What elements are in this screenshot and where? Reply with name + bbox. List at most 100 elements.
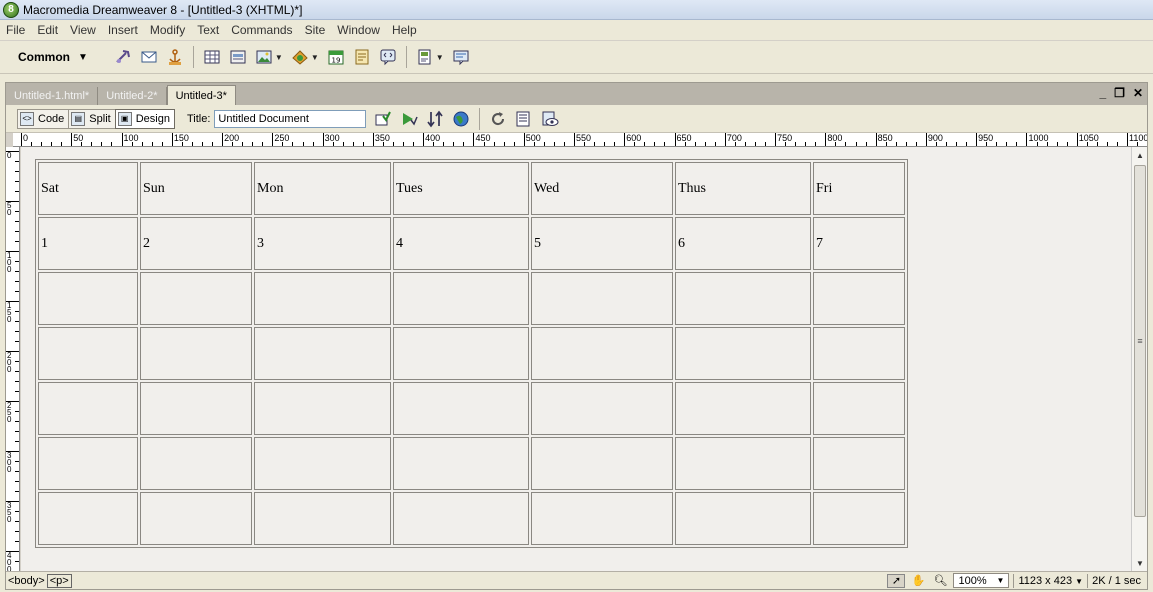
menu-window[interactable]: Window bbox=[331, 23, 386, 37]
table-cell[interactable] bbox=[254, 492, 391, 545]
hand-tool-icon[interactable]: ✋ bbox=[909, 574, 927, 588]
preview-in-browser-icon[interactable] bbox=[450, 108, 472, 130]
document-tab[interactable]: Untitled-1.html* bbox=[6, 87, 99, 105]
table-cell[interactable] bbox=[531, 327, 673, 380]
menu-text[interactable]: Text bbox=[191, 23, 225, 37]
zoom-tool-icon[interactable]: 🔍︎ bbox=[931, 574, 949, 588]
day-header-cell[interactable]: Mon bbox=[254, 162, 391, 215]
day-header-cell[interactable]: Fri bbox=[813, 162, 905, 215]
menu-help[interactable]: Help bbox=[386, 23, 423, 37]
media-icon[interactable] bbox=[289, 46, 311, 68]
tag-inspector-icon[interactable] bbox=[450, 46, 472, 68]
design-canvas[interactable]: Sat Sun Mon Tues Wed Thus Fri 1 2 3 4 5 6 7 bbox=[21, 147, 1131, 571]
hyperlink-icon[interactable] bbox=[112, 46, 134, 68]
table-cell[interactable] bbox=[38, 327, 138, 380]
menu-view[interactable]: View bbox=[64, 23, 102, 37]
table-cell[interactable] bbox=[675, 437, 811, 490]
validate-markup-icon[interactable] bbox=[372, 108, 394, 130]
document-tab[interactable]: Untitled-3* bbox=[166, 85, 236, 105]
menu-site[interactable]: Site bbox=[299, 23, 332, 37]
table-cell[interactable] bbox=[675, 272, 811, 325]
table-cell[interactable] bbox=[813, 327, 905, 380]
menu-modify[interactable]: Modify bbox=[144, 23, 191, 37]
minimize-button[interactable]: _ bbox=[1099, 86, 1106, 100]
chevron-down-icon[interactable]: ▼ bbox=[275, 53, 283, 62]
zoom-select[interactable]: 100% ▼ bbox=[953, 573, 1010, 588]
tag-selector-p[interactable]: <p> bbox=[46, 573, 72, 588]
scroll-up-arrow[interactable]: ▲ bbox=[1132, 147, 1148, 163]
close-button[interactable]: ✕ bbox=[1133, 86, 1143, 100]
calendar-table[interactable]: Sat Sun Mon Tues Wed Thus Fri 1 2 3 4 5 6 7 bbox=[35, 159, 908, 548]
table-cell[interactable] bbox=[531, 492, 673, 545]
table-cell[interactable] bbox=[38, 382, 138, 435]
table-cell[interactable] bbox=[393, 272, 529, 325]
div-icon[interactable] bbox=[227, 46, 249, 68]
document-tab[interactable]: Untitled-2* bbox=[98, 87, 167, 105]
chevron-down-icon[interactable]: ▼ bbox=[311, 53, 319, 62]
table-cell[interactable] bbox=[140, 437, 252, 490]
scrollbar-thumb[interactable]: ≡ bbox=[1134, 165, 1146, 517]
table-cell[interactable] bbox=[675, 327, 811, 380]
table-cell[interactable]: 7 bbox=[813, 217, 905, 270]
table-cell[interactable] bbox=[813, 382, 905, 435]
tag-selector-body[interactable]: <body> bbox=[8, 575, 45, 587]
named-anchor-icon[interactable] bbox=[164, 46, 186, 68]
document-title-input[interactable] bbox=[214, 109, 367, 128]
table-cell[interactable] bbox=[393, 492, 529, 545]
day-header-cell[interactable]: Sun bbox=[140, 162, 252, 215]
table-cell[interactable] bbox=[393, 382, 529, 435]
scroll-down-arrow[interactable]: ▼ bbox=[1132, 555, 1148, 571]
table-cell[interactable] bbox=[675, 492, 811, 545]
table-cell[interactable] bbox=[254, 382, 391, 435]
table-cell[interactable] bbox=[254, 272, 391, 325]
view-options-icon[interactable] bbox=[513, 108, 535, 130]
table-cell[interactable]: 5 bbox=[531, 217, 673, 270]
table-cell[interactable]: 3 bbox=[254, 217, 391, 270]
table-cell[interactable] bbox=[254, 327, 391, 380]
day-header-cell[interactable]: Tues bbox=[393, 162, 529, 215]
table-cell[interactable] bbox=[140, 382, 252, 435]
insert-category-dropdown[interactable]: Common ▼ bbox=[18, 50, 88, 64]
table-cell[interactable] bbox=[393, 327, 529, 380]
menu-edit[interactable]: Edit bbox=[31, 23, 64, 37]
design-view-button[interactable]: ▣ Design bbox=[114, 108, 175, 129]
table-cell[interactable] bbox=[254, 437, 391, 490]
visual-aids-icon[interactable] bbox=[539, 108, 561, 130]
table-cell[interactable] bbox=[393, 437, 529, 490]
refresh-icon[interactable] bbox=[487, 108, 509, 130]
table-cell[interactable] bbox=[813, 272, 905, 325]
table-cell[interactable] bbox=[675, 382, 811, 435]
browser-check-icon[interactable] bbox=[398, 108, 420, 130]
vertical-scrollbar[interactable]: ▲ ≡ ▼ bbox=[1131, 147, 1147, 571]
table-cell[interactable] bbox=[813, 492, 905, 545]
table-cell[interactable] bbox=[38, 272, 138, 325]
table-cell[interactable] bbox=[813, 437, 905, 490]
table-cell[interactable]: 6 bbox=[675, 217, 811, 270]
menu-insert[interactable]: Insert bbox=[102, 23, 144, 37]
tag-chooser-icon[interactable] bbox=[377, 46, 399, 68]
table-cell[interactable] bbox=[38, 437, 138, 490]
table-cell[interactable] bbox=[531, 382, 673, 435]
table-cell[interactable] bbox=[38, 492, 138, 545]
table-cell[interactable]: 4 bbox=[393, 217, 529, 270]
table-cell[interactable]: 1 bbox=[38, 217, 138, 270]
menu-file[interactable]: File bbox=[0, 23, 31, 37]
window-size-select[interactable]: 1123 x 423 ▼ bbox=[1018, 575, 1083, 587]
day-header-cell[interactable]: Sat bbox=[38, 162, 138, 215]
code-view-button[interactable]: <> Code bbox=[17, 108, 70, 129]
day-header-cell[interactable]: Thus bbox=[675, 162, 811, 215]
chevron-down-icon[interactable]: ▼ bbox=[436, 53, 444, 62]
image-icon[interactable] bbox=[253, 46, 275, 68]
server-comment-icon[interactable] bbox=[351, 46, 373, 68]
table-cell[interactable]: 2 bbox=[140, 217, 252, 270]
select-tool-icon[interactable]: ➚ bbox=[887, 573, 906, 588]
menu-commands[interactable]: Commands bbox=[225, 23, 298, 37]
file-management-icon[interactable] bbox=[424, 108, 446, 130]
restore-button[interactable]: ❐ bbox=[1114, 86, 1125, 100]
day-header-cell[interactable]: Wed bbox=[531, 162, 673, 215]
table-cell[interactable] bbox=[140, 272, 252, 325]
email-link-icon[interactable] bbox=[138, 46, 160, 68]
split-view-button[interactable]: ▤ Split bbox=[68, 108, 116, 129]
templates-icon[interactable] bbox=[414, 46, 436, 68]
table-icon[interactable] bbox=[201, 46, 223, 68]
